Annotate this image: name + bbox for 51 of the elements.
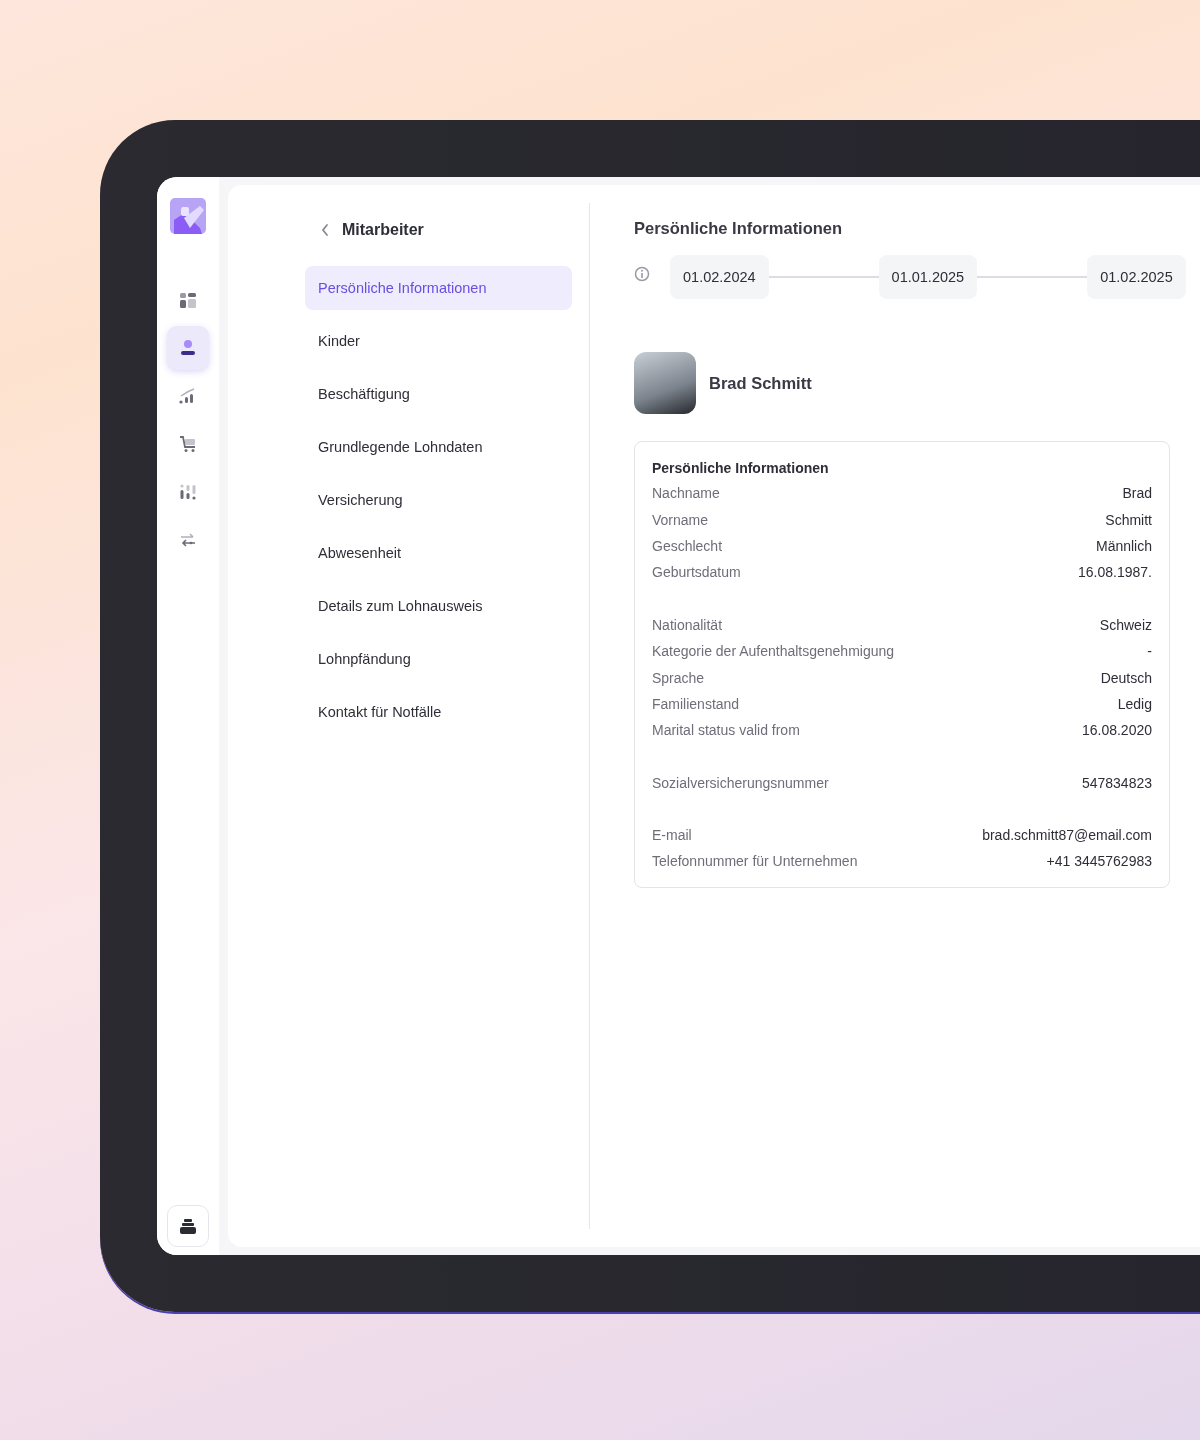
employee-name: Brad Schmitt bbox=[709, 373, 812, 393]
field-value: Männlich bbox=[1095, 537, 1152, 554]
field-label: Vorname bbox=[652, 511, 709, 528]
nav-item[interactable]: Versicherung bbox=[305, 478, 572, 522]
nav-item[interactable]: Grundlegende Lohndaten bbox=[305, 425, 572, 469]
field-label: Sprache bbox=[652, 669, 705, 686]
nav-item[interactable]: Kontakt für Notfälle bbox=[305, 690, 572, 734]
field-value: Schweiz bbox=[1099, 616, 1152, 633]
section-title: Mitarbeiter bbox=[342, 221, 424, 239]
field-value: +41 3445762983 bbox=[1046, 853, 1152, 870]
field-label: Sozialversicherungsnummer bbox=[652, 774, 829, 791]
field-value: - bbox=[1147, 643, 1152, 660]
nav-item[interactable]: Beschäftigung bbox=[305, 372, 572, 416]
bar-chart-icon bbox=[178, 482, 198, 502]
date-chip[interactable]: 01.02.2025 bbox=[1087, 255, 1186, 299]
photo-placeholder bbox=[634, 352, 696, 414]
back-chevron-icon[interactable] bbox=[320, 223, 330, 237]
date-chip[interactable]: 01.01.2025 bbox=[878, 255, 978, 299]
person-button[interactable] bbox=[167, 326, 209, 370]
field-value: Brad bbox=[1122, 485, 1152, 502]
field-label: Marital status valid from bbox=[652, 722, 800, 739]
field-label: Nationalität bbox=[652, 616, 723, 633]
field-label: Nachname bbox=[652, 485, 720, 502]
dashboard-icon bbox=[178, 290, 198, 310]
field-label: Kategorie der Aufenthaltsgenehmigung bbox=[652, 643, 895, 660]
nav-item[interactable]: Persönliche Informationen bbox=[305, 266, 572, 310]
page-title: Persönliche Informationen bbox=[634, 219, 844, 238]
date-chip[interactable]: 01.02.2024 bbox=[670, 255, 769, 299]
field-label: Geburtsdatum bbox=[652, 564, 741, 581]
field-value: 547834823 bbox=[1081, 774, 1152, 791]
field-value: Ledig bbox=[1117, 695, 1152, 712]
stack-button[interactable] bbox=[167, 1205, 209, 1247]
person-icon bbox=[178, 338, 198, 358]
field-label: Familienstand bbox=[652, 695, 740, 712]
nav-item[interactable]: Abwesenheit bbox=[305, 531, 572, 575]
cart-icon bbox=[178, 434, 198, 454]
field-value: 16.08.1987. bbox=[1078, 564, 1152, 581]
field-value: Deutsch bbox=[1100, 669, 1152, 686]
info-icon bbox=[634, 266, 650, 282]
nav-item[interactable]: Lohnpfändung bbox=[305, 637, 572, 681]
card-title: Persönliche Informationen bbox=[652, 460, 830, 476]
field-label: Geschlecht bbox=[652, 537, 723, 554]
field-value: brad.schmitt87@email.com bbox=[982, 827, 1152, 844]
field-value: 16.08.2020 bbox=[1081, 722, 1152, 739]
field-label: Telefonnummer für Unternehmen bbox=[652, 853, 858, 870]
nav-item[interactable]: Details zum Lohnausweis bbox=[305, 584, 572, 628]
nav-item[interactable]: Kinder bbox=[305, 319, 572, 363]
logo-icon bbox=[170, 198, 206, 234]
field-value: Schmitt bbox=[1105, 511, 1152, 528]
stack-icon bbox=[178, 1216, 198, 1236]
field-label: E-mail bbox=[652, 827, 692, 844]
